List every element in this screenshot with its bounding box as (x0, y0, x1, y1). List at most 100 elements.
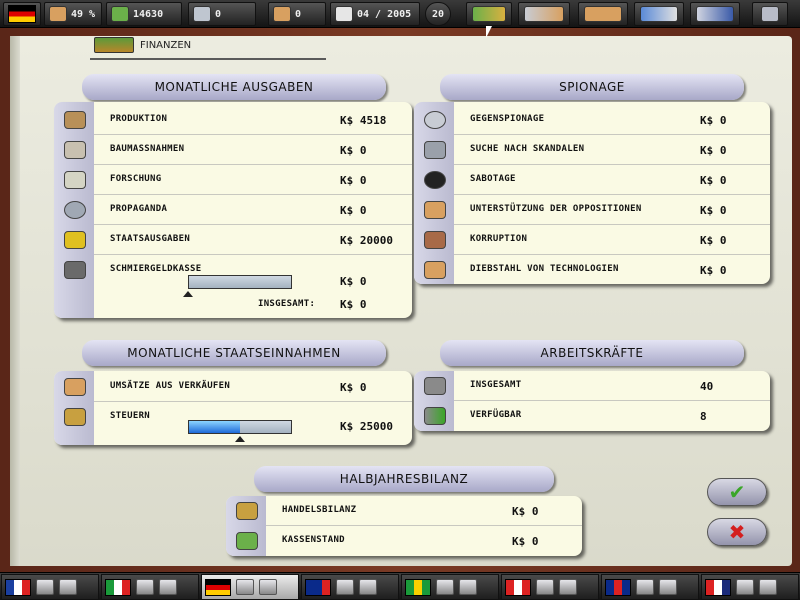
half-year-panel: HANDELSBILANZ K$ 0 KASSENSTAND K$ 0 (226, 496, 582, 556)
row-label: UMSÄTZE AUS VERKÄUFEN (110, 381, 231, 391)
approval-stat[interactable]: 49 % (44, 2, 102, 26)
row-label: STAATSAUSGABEN (110, 234, 191, 244)
trade-tab-icon (584, 6, 622, 22)
gears-icon (64, 231, 86, 249)
thumbs-down-icon (424, 201, 446, 219)
relations-icon[interactable] (759, 579, 777, 595)
espionage-row-corruption[interactable]: KORRUPTION K$ 0 (414, 225, 770, 255)
cancel-button[interactable]: ✖ (707, 518, 767, 546)
money-value: 14630 (133, 8, 164, 20)
document-icon[interactable] (36, 579, 54, 595)
slush-fund-slider[interactable] (188, 275, 292, 289)
brazil-flag-icon (405, 578, 431, 596)
tax-icon (64, 408, 86, 426)
nation-tab-brazil[interactable] (401, 574, 499, 600)
stat-four-value: 0 (295, 8, 302, 20)
nation-tab-usa[interactable] (701, 574, 799, 600)
diplomacy-tab-icon (524, 6, 564, 22)
espionage-row-tech-theft[interactable]: DIEBSTAHL VON TECHNOLOGIEN K$ 0 (414, 255, 770, 285)
germany-flag-icon (205, 578, 231, 596)
nation-tab-italy[interactable] (101, 574, 199, 600)
row-label: HANDELSBILANZ (282, 505, 357, 515)
row-value: K$ 0 (700, 114, 727, 127)
nation-tab-france[interactable] (1, 574, 99, 600)
row-label: PRODUKTION (110, 114, 168, 124)
relations-icon[interactable] (259, 579, 277, 595)
save-disk-icon (761, 6, 779, 22)
document-icon[interactable] (336, 579, 354, 595)
row-value: K$ 0 (700, 144, 727, 157)
espionage-row-opposition[interactable]: UNTERSTÜTZUNG DER OPPOSITIONEN K$ 0 (414, 195, 770, 225)
page-edge (10, 36, 20, 566)
document-icon[interactable] (136, 579, 154, 595)
espionage-row-counterespionage[interactable]: GEGENSPIONAGE K$ 0 (414, 105, 770, 135)
slush-fund-marker[interactable] (183, 291, 193, 297)
statistics-tab-icon (696, 6, 734, 22)
expense-row-production[interactable]: PRODUKTION K$ 4518 (54, 105, 412, 135)
row-label: KORRUPTION (470, 234, 528, 244)
relations-icon[interactable] (159, 579, 177, 595)
espionage-title: SPIONAGE (440, 74, 744, 100)
document-icon[interactable] (236, 579, 254, 595)
revenue-row-sales[interactable]: UMSÄTZE AUS VERKÄUFEN K$ 0 (54, 372, 412, 402)
thumb-icon (49, 6, 67, 22)
tax-slider[interactable] (188, 420, 292, 434)
nation-tab-australia[interactable] (301, 574, 399, 600)
confirm-button[interactable]: ✔ (707, 478, 767, 506)
nation-tab-germany[interactable] (201, 574, 299, 600)
calendar-icon (335, 6, 353, 22)
relations-icon[interactable] (659, 579, 677, 595)
propaganda-icon (64, 201, 86, 219)
turn-value: 20 (431, 8, 445, 20)
save-button[interactable] (752, 2, 788, 26)
nation-tab-canada[interactable] (501, 574, 599, 600)
document-icon[interactable] (536, 579, 554, 595)
chest-icon (64, 261, 86, 279)
revenue-title: MONATLICHE STAATSEINNAHMEN (82, 340, 386, 366)
relations-icon[interactable] (559, 579, 577, 595)
total-label: INSGESAMT: (258, 299, 316, 309)
usa-flag-icon (705, 578, 731, 596)
mouse-cursor-icon (486, 26, 492, 38)
relations-icon[interactable] (59, 579, 77, 595)
row-value: K$ 0 (700, 234, 727, 247)
germany-flag-icon[interactable] (3, 2, 41, 26)
turn-counter[interactable]: 20 (425, 2, 451, 26)
microscope-icon (64, 171, 86, 189)
relations-icon[interactable] (459, 579, 477, 595)
tax-fill (189, 421, 240, 433)
stat-three[interactable]: 0 (188, 2, 256, 26)
row-label: SCHMIERGELDKASSE (110, 264, 202, 274)
australia-flag-icon (305, 578, 331, 596)
money-stat[interactable]: 14630 (106, 2, 182, 26)
stat-four[interactable]: 0 (268, 2, 326, 26)
diplomacy-tab[interactable] (518, 2, 570, 26)
row-label: BAUMASSNAHMEN (110, 144, 185, 154)
document-icon[interactable] (436, 579, 454, 595)
expense-row-state-spending[interactable]: STAATSAUSGABEN K$ 20000 (54, 225, 412, 255)
espionage-row-scandals[interactable]: SUCHE NACH SKANDALEN K$ 0 (414, 135, 770, 165)
trade-tab[interactable] (578, 2, 628, 26)
expense-row-propaganda[interactable]: PROPAGANDA K$ 0 (54, 195, 412, 225)
statistics-tab[interactable] (690, 2, 740, 26)
row-label: KASSENSTAND (282, 535, 345, 545)
nation-tab-united-kingdom[interactable] (601, 574, 699, 600)
cash-icon (236, 532, 258, 550)
row-value: K$ 0 (340, 204, 367, 217)
row-value: K$ 20000 (340, 234, 393, 247)
expense-row-slush-fund[interactable]: SCHMIERGELDKASSE K$ 0 INSGESAMT: K$ 0 (54, 255, 412, 315)
tax-marker[interactable] (235, 436, 245, 442)
workforce-panel: INSGESAMT 40 VERFÜGBAR 8 (414, 371, 770, 431)
expense-row-research[interactable]: FORSCHUNG K$ 0 (54, 165, 412, 195)
date-display[interactable]: 04 / 2005 (330, 2, 420, 26)
espionage-row-sabotage[interactable]: SABOTAGE K$ 0 (414, 165, 770, 195)
finance-tab-icon (472, 6, 506, 22)
relations-icon[interactable] (359, 579, 377, 595)
finance-tab[interactable] (466, 2, 512, 26)
document-icon[interactable] (736, 579, 754, 595)
revenue-row-taxes[interactable]: STEUERN K$ 25000 (54, 402, 412, 444)
expense-row-construction[interactable]: BAUMASSNAHMEN K$ 0 (54, 135, 412, 165)
document-icon[interactable] (636, 579, 654, 595)
globe-tab[interactable] (634, 2, 684, 26)
canada-flag-icon (505, 578, 531, 596)
